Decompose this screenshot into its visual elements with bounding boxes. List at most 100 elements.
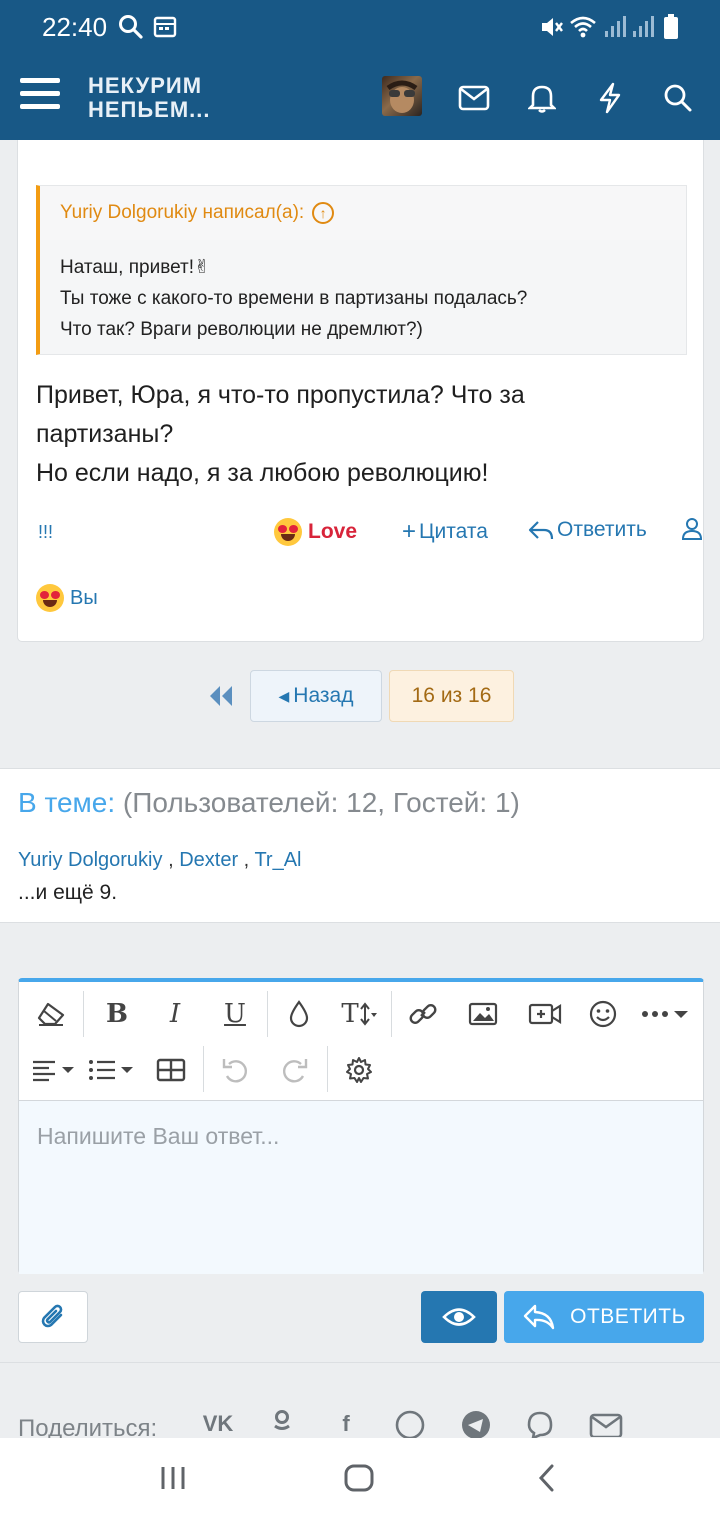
viewer-separator: , — [243, 849, 250, 871]
viewers-counts: (Пользователей: 12, Гостей: 1) — [122, 787, 520, 818]
viewers-list: Yuriy Dolgorukiy , Dexter , Tr_Al — [18, 849, 301, 872]
wifi-icon — [568, 12, 598, 42]
link-icon[interactable] — [401, 992, 445, 1036]
user-avatar[interactable] — [382, 76, 422, 116]
site-logo[interactable]: НЕКУРИМ НЕПЬЕМ... — [88, 74, 211, 122]
more-options-icon[interactable] — [637, 992, 693, 1036]
undo-icon[interactable] — [213, 1048, 257, 1092]
post-line: Привет, Юра, я что-то пропустила? Что за — [36, 381, 525, 409]
report-link[interactable]: !!! — [38, 522, 53, 543]
prev-page-label: Назад — [293, 684, 354, 707]
status-time: 22:40 — [42, 12, 108, 42]
post-reply-label: ОТВЕТИТЬ — [570, 1305, 686, 1328]
toolbar-divider — [327, 1046, 328, 1092]
menu-icon[interactable] — [20, 78, 60, 112]
email-share-icon[interactable] — [586, 1409, 626, 1439]
viewer-link[interactable]: Dexter — [179, 849, 238, 871]
reactors-label[interactable]: Вы — [70, 587, 98, 610]
viewer-link[interactable]: Yuriy Dolgorukiy — [18, 849, 163, 871]
love-reaction-button[interactable]: Love — [274, 518, 357, 546]
quote-author[interactable]: Yuriy Dolgorukiy написал(а): ↑ — [60, 202, 335, 224]
post-card: Yuriy Dolgorukiy написал(а): ↑ Наташ, при… — [17, 140, 704, 642]
image-icon[interactable] — [461, 992, 505, 1036]
whatsapp-icon[interactable] — [390, 1409, 430, 1439]
bell-icon[interactable] — [520, 76, 564, 120]
viewer-separator: , — [168, 849, 174, 871]
user-icon[interactable] — [682, 518, 702, 540]
mute-icon — [536, 12, 566, 42]
quote-button[interactable]: + Цитата — [402, 518, 488, 546]
table-icon[interactable] — [149, 1048, 193, 1092]
calendar-status-icon — [150, 12, 180, 42]
caret-left-icon: ◀ — [278, 687, 290, 704]
recent-apps-icon[interactable] — [148, 1458, 198, 1498]
first-page-icon[interactable] — [206, 683, 236, 709]
search-icon[interactable] — [656, 76, 700, 120]
page: 22:40 НЕКУРИМ НЕПЬЕМ... Yuriy Dolgorukiy… — [0, 0, 720, 1520]
viewers-more: ...и ещё 9. — [18, 881, 118, 904]
inbox-icon[interactable] — [452, 76, 496, 120]
quote-line: Что так? Враги революции не дремлют?) — [60, 319, 423, 340]
toolbar-divider — [83, 991, 84, 1037]
redo-icon[interactable] — [273, 1048, 317, 1092]
telegram-icon[interactable] — [456, 1409, 496, 1439]
site-header: НЕКУРИМ НЕПЬЕМ... — [0, 56, 720, 140]
reactions-summary[interactable]: Вы — [36, 584, 98, 612]
bolt-icon[interactable] — [588, 76, 632, 120]
quote-label: Цитата — [419, 520, 488, 543]
back-icon[interactable] — [522, 1458, 572, 1498]
preview-button[interactable] — [421, 1291, 497, 1343]
battery-icon — [656, 12, 686, 42]
system-navigation-bar — [0, 1438, 720, 1520]
eye-icon — [442, 1308, 476, 1326]
quote-body: Наташ, привет!✌ Ты тоже с какого-то врем… — [60, 252, 527, 345]
toolbar-divider — [391, 991, 392, 1037]
paperclip-icon — [41, 1304, 63, 1328]
underline-icon[interactable]: U — [213, 992, 257, 1036]
text-color-icon[interactable] — [277, 992, 321, 1036]
reply-arrow-icon — [528, 521, 554, 540]
thread-viewers: В теме: (Пользователей: 12, Гостей: 1) Y… — [0, 768, 720, 923]
quote-block: Yuriy Dolgorukiy написал(а): ↑ Наташ, при… — [36, 185, 687, 355]
vk-icon[interactable]: VK — [198, 1409, 238, 1439]
align-icon[interactable] — [27, 1048, 81, 1092]
viewer-link[interactable]: Tr_Al — [254, 849, 301, 871]
reply-arrow-icon — [523, 1304, 555, 1330]
attach-files-button[interactable] — [18, 1291, 88, 1343]
search-status-icon — [116, 12, 146, 42]
quote-author-text[interactable]: Yuriy Dolgorukiy написал(а): — [60, 202, 304, 223]
prev-page-button[interactable]: ◀ Назад — [250, 670, 382, 722]
top-bar: 22:40 НЕКУРИМ НЕПЬЕМ... — [0, 0, 720, 140]
post-line: Но если надо, я за любою революцию! — [36, 459, 489, 487]
plus-icon: + — [402, 518, 417, 545]
post-line: партизаны? — [36, 420, 174, 448]
eraser-icon[interactable] — [29, 992, 73, 1036]
list-icon[interactable] — [85, 1048, 139, 1092]
bold-icon[interactable]: B — [95, 992, 139, 1036]
reply-label: Ответить — [557, 518, 647, 541]
logo-line-2: НЕПЬЕМ... — [88, 97, 211, 122]
viber-icon[interactable] — [520, 1409, 560, 1439]
current-page-indicator[interactable]: 16 из 16 — [389, 670, 514, 722]
gear-icon[interactable] — [337, 1048, 381, 1092]
reply-link[interactable]: Ответить — [528, 518, 647, 542]
post-reply-button[interactable]: ОТВЕТИТЬ — [504, 1291, 704, 1343]
reply-editor: B I U T Напишите Ваш ответ... — [18, 978, 704, 1274]
heart-eyes-emoji-icon — [36, 584, 64, 612]
odnoklassniki-icon[interactable] — [262, 1409, 302, 1439]
thread-viewers-title: В теме: (Пользователей: 12, Гостей: 1) — [18, 787, 520, 819]
viewers-label[interactable]: В теме: — [18, 787, 115, 818]
smiley-icon[interactable] — [581, 992, 625, 1036]
reply-textarea[interactable]: Напишите Ваш ответ... — [19, 1100, 703, 1274]
quote-line: Наташ, привет!✌ — [60, 257, 210, 278]
signal-2-icon — [628, 12, 658, 42]
arrow-up-circle-icon[interactable]: ↑ — [312, 202, 335, 224]
italic-icon[interactable]: I — [153, 992, 197, 1036]
share-bar: Поделиться: VK f — [0, 1362, 720, 1442]
video-icon[interactable] — [523, 992, 567, 1036]
facebook-icon[interactable]: f — [326, 1409, 366, 1439]
logo-line-1: НЕКУРИМ — [88, 73, 203, 98]
font-size-icon[interactable]: T — [333, 992, 387, 1036]
home-icon[interactable] — [334, 1458, 384, 1498]
post-body: Привет, Юра, я что-то пропустила? Что за… — [36, 376, 525, 493]
